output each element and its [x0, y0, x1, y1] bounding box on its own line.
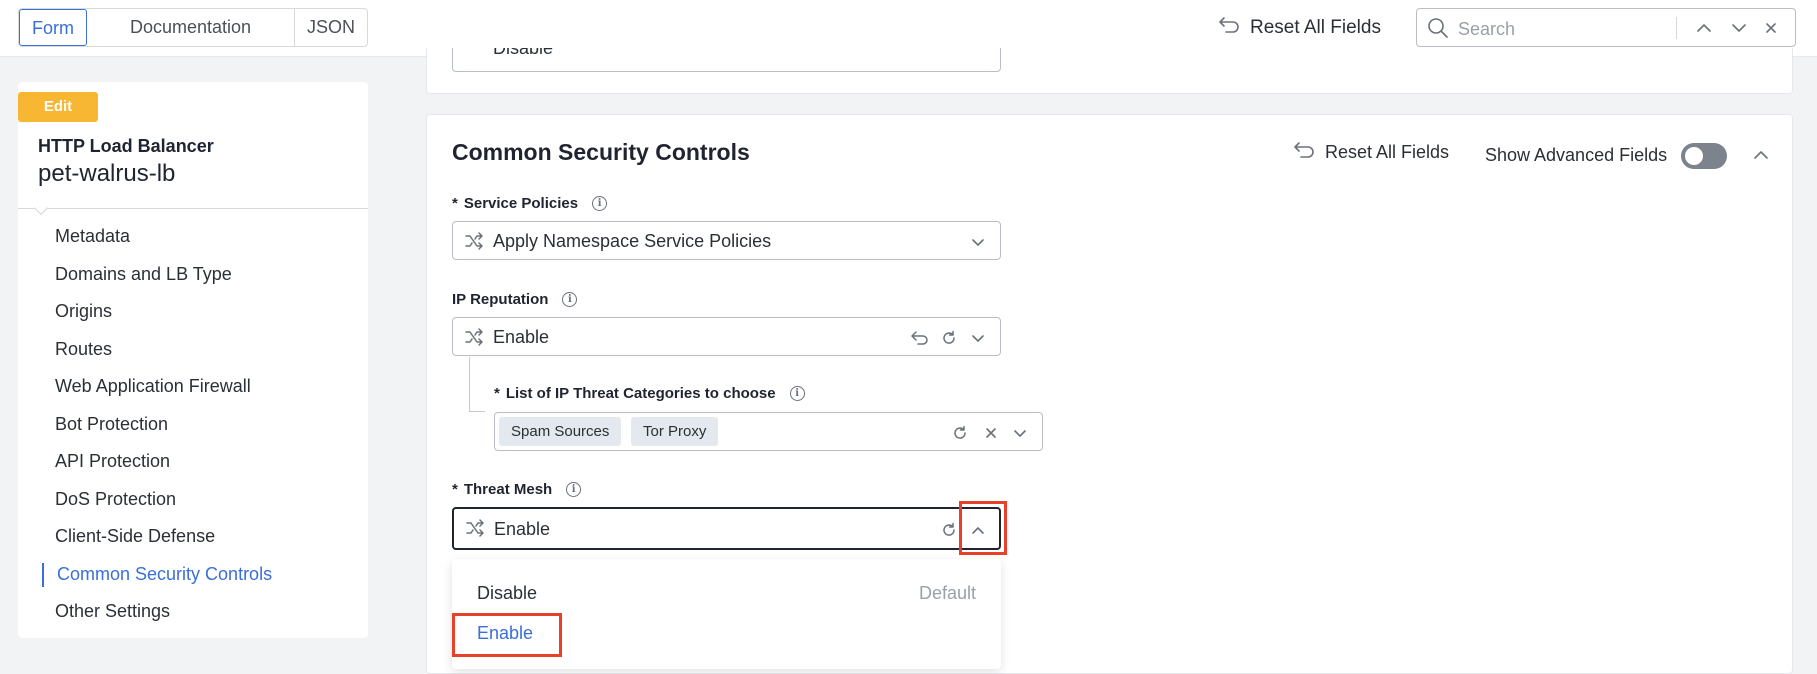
enable-option-highlight-box [452, 613, 562, 657]
threat-mesh-label-text: Threat Mesh [463, 481, 553, 498]
ip-threat-categories-label-text: List of IP Threat Categories to choose [505, 385, 776, 402]
chevron-down-icon[interactable] [969, 329, 987, 347]
ip-reputation-label-text: IP Reputation [452, 291, 549, 308]
sidebar-divider [18, 208, 368, 209]
section-title: Common Security Controls [452, 139, 750, 165]
show-advanced-toggle[interactable] [1681, 143, 1727, 169]
previous-section-panel: Disable [426, 48, 1793, 94]
previous-select-field[interactable]: Disable [452, 48, 1001, 72]
service-policies-label-text: Service Policies [463, 195, 579, 212]
refresh-icon[interactable] [940, 521, 958, 539]
threat-mesh-value: Enable [494, 519, 551, 539]
shuffle-icon [464, 232, 484, 255]
search-input[interactable]: Search [1458, 19, 1515, 40]
undo-arrow-icon [1218, 16, 1240, 40]
required-marker: * [452, 195, 458, 212]
view-tabs: Form Documentation JSON [18, 8, 368, 47]
ip-reputation-select[interactable]: Enable [452, 317, 1001, 356]
sidebar-item-routes[interactable]: Routes [18, 331, 368, 369]
chevron-highlight-box [959, 501, 1007, 555]
required-marker: * [452, 481, 458, 498]
search-icon [1427, 17, 1449, 44]
refresh-icon[interactable] [940, 329, 958, 347]
reset-all-fields-button[interactable]: Reset All Fields [1218, 14, 1381, 42]
option-disable[interactable]: Disable [477, 583, 537, 604]
info-icon[interactable]: i [789, 386, 805, 401]
info-icon[interactable]: i [566, 482, 582, 497]
clear-icon[interactable] [982, 424, 1000, 442]
toggle-knob [1685, 147, 1703, 165]
section-reset-label: Reset All Fields [1325, 142, 1450, 162]
sidebar-notch [33, 200, 49, 216]
chevron-down-icon[interactable] [1729, 18, 1749, 38]
threat-mesh-label: * Threat Mesh i [452, 481, 582, 498]
common-security-controls-panel: Common Security Controls Reset All Field… [426, 114, 1793, 674]
service-policies-select[interactable]: Apply Namespace Service Policies [452, 221, 1001, 260]
chevron-down-icon[interactable] [1011, 424, 1029, 442]
reset-all-fields-label: Reset All Fields [1250, 17, 1381, 38]
shuffle-icon [464, 328, 484, 351]
required-marker: * [494, 385, 500, 402]
chip-tor-proxy[interactable]: Tor Proxy [631, 417, 719, 446]
refresh-icon[interactable] [951, 424, 969, 442]
info-icon[interactable]: i [562, 292, 578, 307]
search-divider [1676, 17, 1677, 39]
option-default-tag: Default [918, 583, 976, 603]
threat-mesh-select[interactable]: Enable [452, 507, 1001, 550]
sidebar-item-dos-protection[interactable]: DoS Protection [18, 481, 368, 519]
collapse-chevron-icon[interactable] [1753, 147, 1769, 165]
service-policies-value: Apply Namespace Service Policies [493, 231, 772, 251]
sidebar: Edit HTTP Load Balancer pet-walrus-lb Me… [18, 82, 368, 638]
tree-connector-horizontal [469, 411, 485, 412]
sidebar-item-origins[interactable]: Origins [18, 293, 368, 331]
sidebar-item-metadata[interactable]: Metadata [18, 218, 368, 256]
sidebar-item-common-security-controls[interactable]: Common Security Controls [18, 556, 368, 594]
search-box[interactable]: Search [1416, 8, 1796, 47]
ip-threat-categories-select[interactable]: Spam Sources Tor Proxy [494, 412, 1043, 451]
tab-documentation[interactable]: Documentation [87, 9, 295, 46]
sidebar-item-waf[interactable]: Web Application Firewall [18, 368, 368, 406]
section-reset-button[interactable]: Reset All Fields [1293, 141, 1449, 164]
ip-reputation-value: Enable [493, 327, 550, 347]
sidebar-item-other-settings[interactable]: Other Settings [18, 593, 368, 631]
chip-spam-sources[interactable]: Spam Sources [499, 417, 622, 446]
sidebar-item-client-side-defense[interactable]: Client-Side Defense [18, 518, 368, 556]
sidebar-item-api-protection[interactable]: API Protection [18, 443, 368, 481]
edit-badge: Edit [18, 92, 98, 122]
info-icon[interactable]: i [592, 196, 608, 211]
sidebar-item-bot-protection[interactable]: Bot Protection [18, 406, 368, 444]
chevron-down-icon[interactable] [969, 233, 987, 251]
service-policies-label: * Service Policies i [452, 195, 608, 212]
tab-json[interactable]: JSON [295, 9, 367, 46]
sidebar-nav: Metadata Domains and LB Type Origins Rou… [18, 218, 368, 631]
object-type: HTTP Load Balancer [38, 136, 214, 156]
undo-arrow-icon[interactable] [911, 329, 929, 347]
chevron-up-icon[interactable] [1694, 18, 1714, 38]
ip-threat-categories-label: * List of IP Threat Categories to choose… [494, 385, 805, 402]
close-icon[interactable] [1761, 18, 1781, 38]
tab-form[interactable]: Form [19, 9, 87, 46]
sidebar-item-domains-lb-type[interactable]: Domains and LB Type [18, 256, 368, 294]
ip-reputation-label: IP Reputation i [452, 291, 578, 308]
show-advanced-label: Show Advanced Fields [1485, 145, 1668, 165]
shuffle-icon [465, 519, 485, 542]
undo-arrow-icon [1293, 141, 1315, 164]
previous-select-value: Disable [493, 48, 554, 58]
tree-connector-vertical [469, 357, 470, 412]
object-name: pet-walrus-lb [38, 160, 176, 187]
